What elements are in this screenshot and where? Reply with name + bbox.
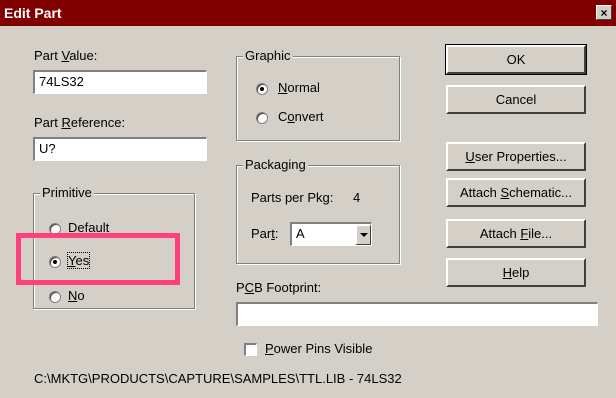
- ok-button[interactable]: OK: [445, 44, 587, 75]
- label-text: P: [236, 280, 245, 295]
- label-text: B Footprint:: [254, 280, 322, 295]
- label-text: chematic...: [509, 185, 572, 200]
- graphic-legend: Graphic: [243, 48, 293, 63]
- window-title: Edit Part: [4, 5, 62, 21]
- mnemonic: D: [68, 220, 78, 235]
- graphic-group: Graphic: [236, 48, 400, 141]
- packaging-legend: Packaging: [243, 157, 308, 172]
- pcb-footprint-label: PCB Footprint:: [236, 280, 321, 295]
- label-text: Part: [34, 48, 62, 63]
- label-text: efault: [77, 220, 110, 235]
- attach-schematic-button[interactable]: Attach Schematic...: [446, 178, 586, 207]
- part-select-value: A: [296, 226, 305, 241]
- primitive-yes-radio[interactable]: [49, 256, 61, 268]
- label-text: o: [77, 288, 85, 303]
- primitive-legend: Primitive: [40, 185, 94, 200]
- graphic-convert-radio[interactable]: [256, 112, 268, 124]
- primitive-yes-label[interactable]: Yes: [66, 252, 91, 269]
- mnemonic: C: [244, 280, 255, 295]
- packaging-group: Packaging: [236, 157, 400, 264]
- part-select[interactable]: A: [290, 222, 372, 246]
- pcb-footprint-input[interactable]: [236, 302, 598, 326]
- graphic-convert-label[interactable]: Convert: [278, 109, 324, 124]
- part-value-input[interactable]: 74LS32: [33, 70, 207, 94]
- label-text: ser Properties...: [474, 149, 567, 164]
- primitive-default-radio[interactable]: [49, 223, 61, 235]
- label-text: Attach: [479, 226, 521, 241]
- label-text: ormal: [287, 80, 320, 95]
- part-reference-label: Part Reference:: [34, 115, 125, 130]
- help-button[interactable]: Help: [446, 258, 586, 287]
- label-text: elp: [512, 265, 530, 280]
- user-properties-button[interactable]: User Properties...: [446, 142, 586, 171]
- power-pins-label[interactable]: Power Pins Visible: [265, 341, 372, 356]
- label-text: alue:: [69, 48, 98, 63]
- label-text: Par: [251, 226, 272, 241]
- mnemonic: N: [68, 288, 78, 303]
- part-select-label: Part:: [251, 226, 278, 241]
- label-text: ower Pins Visible: [273, 341, 373, 356]
- label-text: :: [274, 226, 279, 241]
- label-text: Part: [34, 115, 62, 130]
- label-text: ile...: [528, 226, 553, 241]
- parts-per-pkg-label: Parts per Pkg:: [251, 190, 334, 205]
- mnemonic: H: [502, 265, 513, 280]
- edit-part-dialog: Edit Part × Part Value: 74LS32 Part Refe…: [0, 0, 616, 398]
- label-text: C: [278, 109, 288, 124]
- graphic-normal-label[interactable]: Normal: [278, 80, 320, 95]
- mnemonic: N: [278, 80, 288, 95]
- part-value-label: Part Value:: [34, 48, 97, 63]
- label-text: Attach: [460, 185, 501, 200]
- attach-file-button[interactable]: Attach File...: [446, 219, 586, 248]
- mnemonic: R: [61, 115, 71, 130]
- label-text: es: [75, 253, 90, 268]
- primitive-no-label[interactable]: No: [68, 288, 85, 303]
- cancel-button[interactable]: Cancel: [446, 85, 586, 114]
- parts-per-pkg-value: 4: [353, 190, 361, 205]
- primitive-no-radio[interactable]: [49, 291, 61, 303]
- graphic-normal-radio[interactable]: [256, 83, 268, 95]
- close-button[interactable]: ×: [596, 5, 612, 20]
- mnemonic: S: [500, 185, 510, 200]
- chevron-down-icon[interactable]: [355, 224, 371, 245]
- mnemonic: P: [265, 341, 274, 356]
- part-reference-input[interactable]: U?: [33, 137, 207, 161]
- close-icon[interactable]: ×: [600, 6, 607, 20]
- mnemonic: U: [465, 149, 475, 164]
- title-bar[interactable]: Edit Part ×: [0, 0, 616, 26]
- primitive-default-label[interactable]: Default: [68, 220, 109, 235]
- power-pins-checkbox[interactable]: [244, 343, 257, 356]
- label-text: eference:: [70, 115, 126, 130]
- mnemonic: o: [287, 109, 295, 124]
- library-path-text: C:\MKTG\PRODUCTS\CAPTURE\SAMPLES\TTL.LIB…: [34, 371, 402, 386]
- label-text: nvert: [294, 109, 324, 124]
